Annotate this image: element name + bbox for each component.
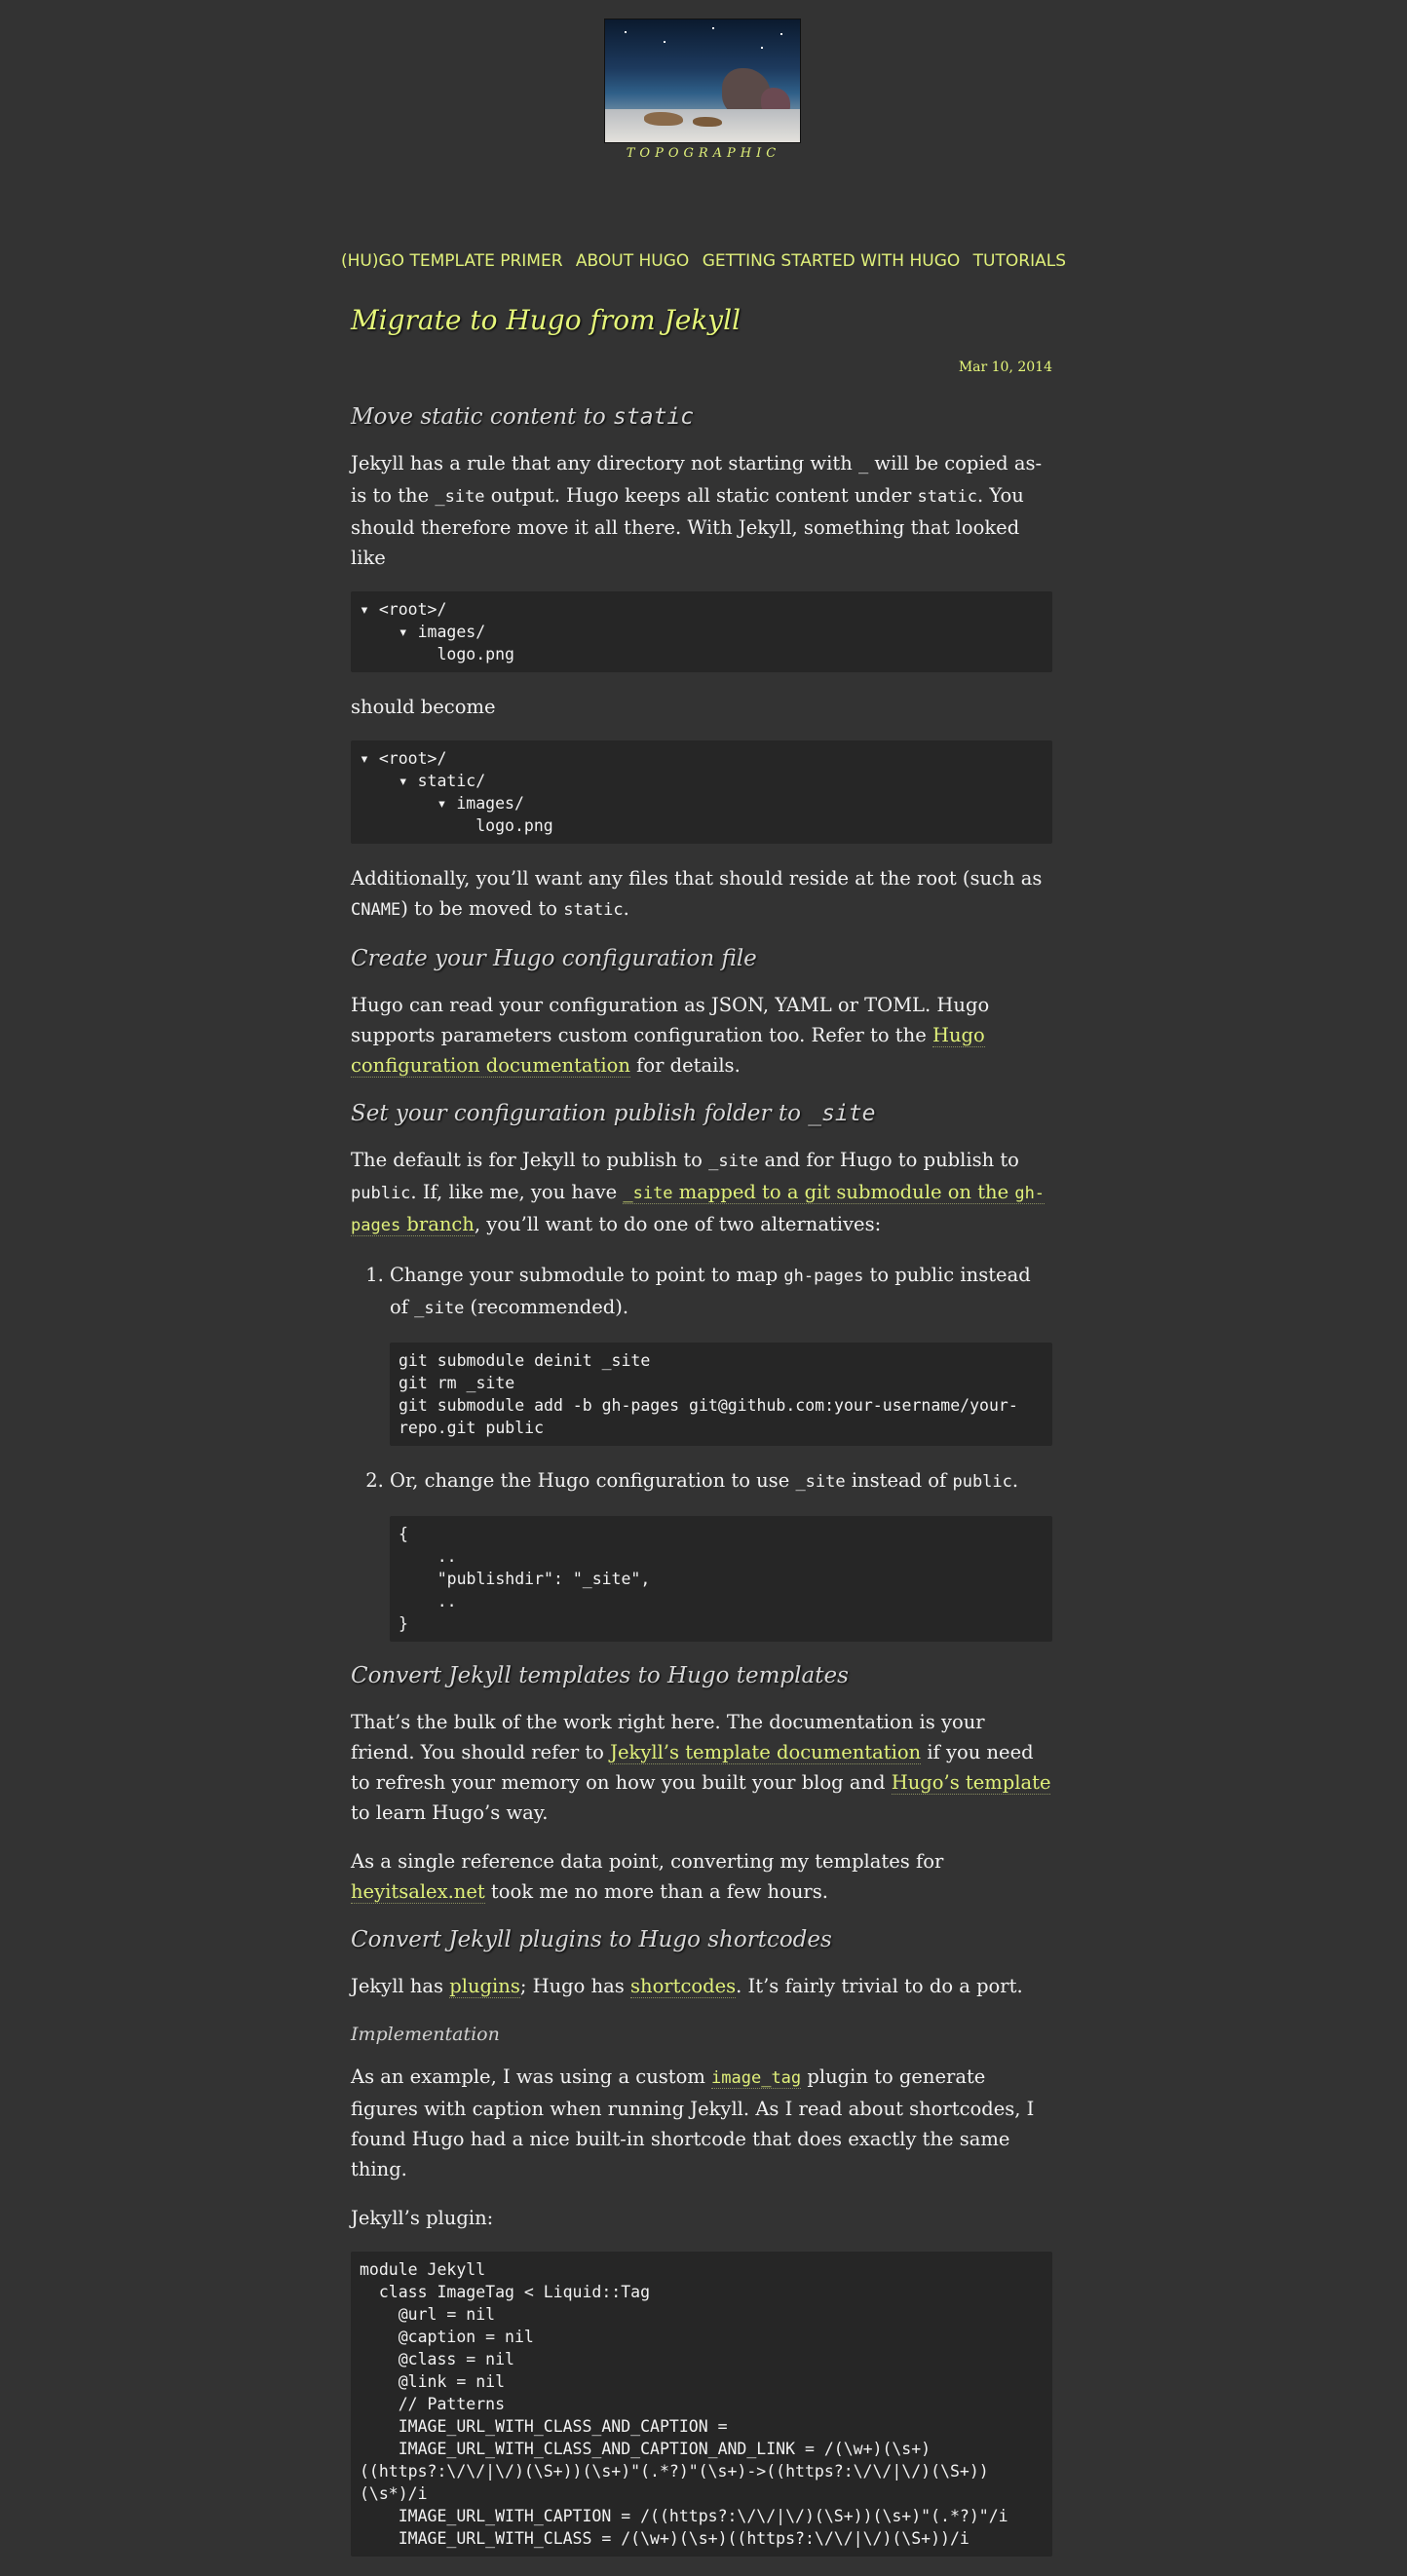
paragraph: Additionally, you’ll want any files that… (351, 867, 1043, 920)
list-item: Or, change the Hugo configuration to use… (390, 1465, 1052, 1642)
main-nav: (HU)GO TEMPLATE PRIMER ABOUT HUGO GETTIN… (0, 251, 1407, 271)
site-brand[interactable]: TOPOGRAPHIC (0, 146, 1407, 161)
post-article: Migrate to Hugo from Jekyll Mar 10, 2014… (351, 297, 1052, 2576)
heading-move-static: Move static content to static (351, 404, 695, 430)
nav-item-getting-started[interactable]: GETTING STARTED WITH HUGO (703, 251, 961, 271)
paragraph: Jekyll has plugins; Hugo has shortcodes.… (351, 1975, 1023, 1998)
paragraph: As an example, I was using a custom imag… (351, 2065, 1035, 2180)
heading-implementation: Implementation (351, 2024, 500, 2045)
nav-item-about-hugo[interactable]: ABOUT HUGO (576, 251, 689, 271)
code-block: git submodule deinit _site git rm _site … (390, 1343, 1052, 1446)
paragraph: Jekyll has a rule that any directory not… (351, 452, 1043, 569)
nav-item-template-primer[interactable]: (HU)GO TEMPLATE PRIMER (341, 251, 563, 271)
list-item: Change your submodule to point to map gh… (390, 1260, 1052, 1446)
post-title[interactable]: Migrate to Hugo from Jekyll (351, 305, 1052, 335)
heading-convert-plugins: Convert Jekyll plugins to Hugo shortcode… (351, 1927, 832, 1952)
post-date: Mar 10, 2014 (958, 360, 1052, 375)
paragraph: Jekyll’s plugin: (351, 2207, 494, 2229)
code-block: ▾ <root>/ ▾ images/ logo.png (351, 591, 1052, 672)
link-jekyll-template-docs[interactable]: Jekyll’s template documentation (610, 1741, 922, 1764)
paragraph: That’s the bulk of the work right here. … (351, 1711, 1051, 1824)
link-heyitsalex[interactable]: heyitsalex.net (351, 1880, 485, 1904)
paragraph: The default is for Jekyll to publish to … (351, 1149, 1046, 1236)
link-hugo-template[interactable]: Hugo’s template (891, 1771, 1051, 1795)
link-image-tag[interactable]: image_tag (711, 2065, 802, 2089)
paragraph: As a single reference data point, conver… (351, 1850, 944, 1904)
paragraph: should become (351, 696, 496, 718)
code-block: ▾ <root>/ ▾ static/ ▾ images/ logo.png (351, 740, 1052, 844)
paragraph: Hugo can read your configuration as JSON… (351, 994, 990, 1078)
heading-convert-templates: Convert Jekyll templates to Hugo templat… (351, 1663, 849, 1688)
link-plugins[interactable]: plugins (449, 1975, 520, 1998)
nav-item-tutorials[interactable]: TUTORIALS (973, 251, 1066, 271)
alternatives-list: Change your submodule to point to map gh… (351, 1260, 1052, 1642)
code-block: module Jekyll class ImageTag < Liquid::T… (351, 2252, 1052, 2557)
heading-create-config: Create your Hugo configuration file (351, 946, 757, 971)
code-block: { .. "publishdir": "_site", .. } (390, 1516, 1052, 1642)
site-logo[interactable] (604, 19, 801, 143)
heading-publish-folder: Set your configuration publish folder to… (351, 1101, 876, 1126)
link-shortcodes[interactable]: shortcodes (630, 1975, 737, 1998)
